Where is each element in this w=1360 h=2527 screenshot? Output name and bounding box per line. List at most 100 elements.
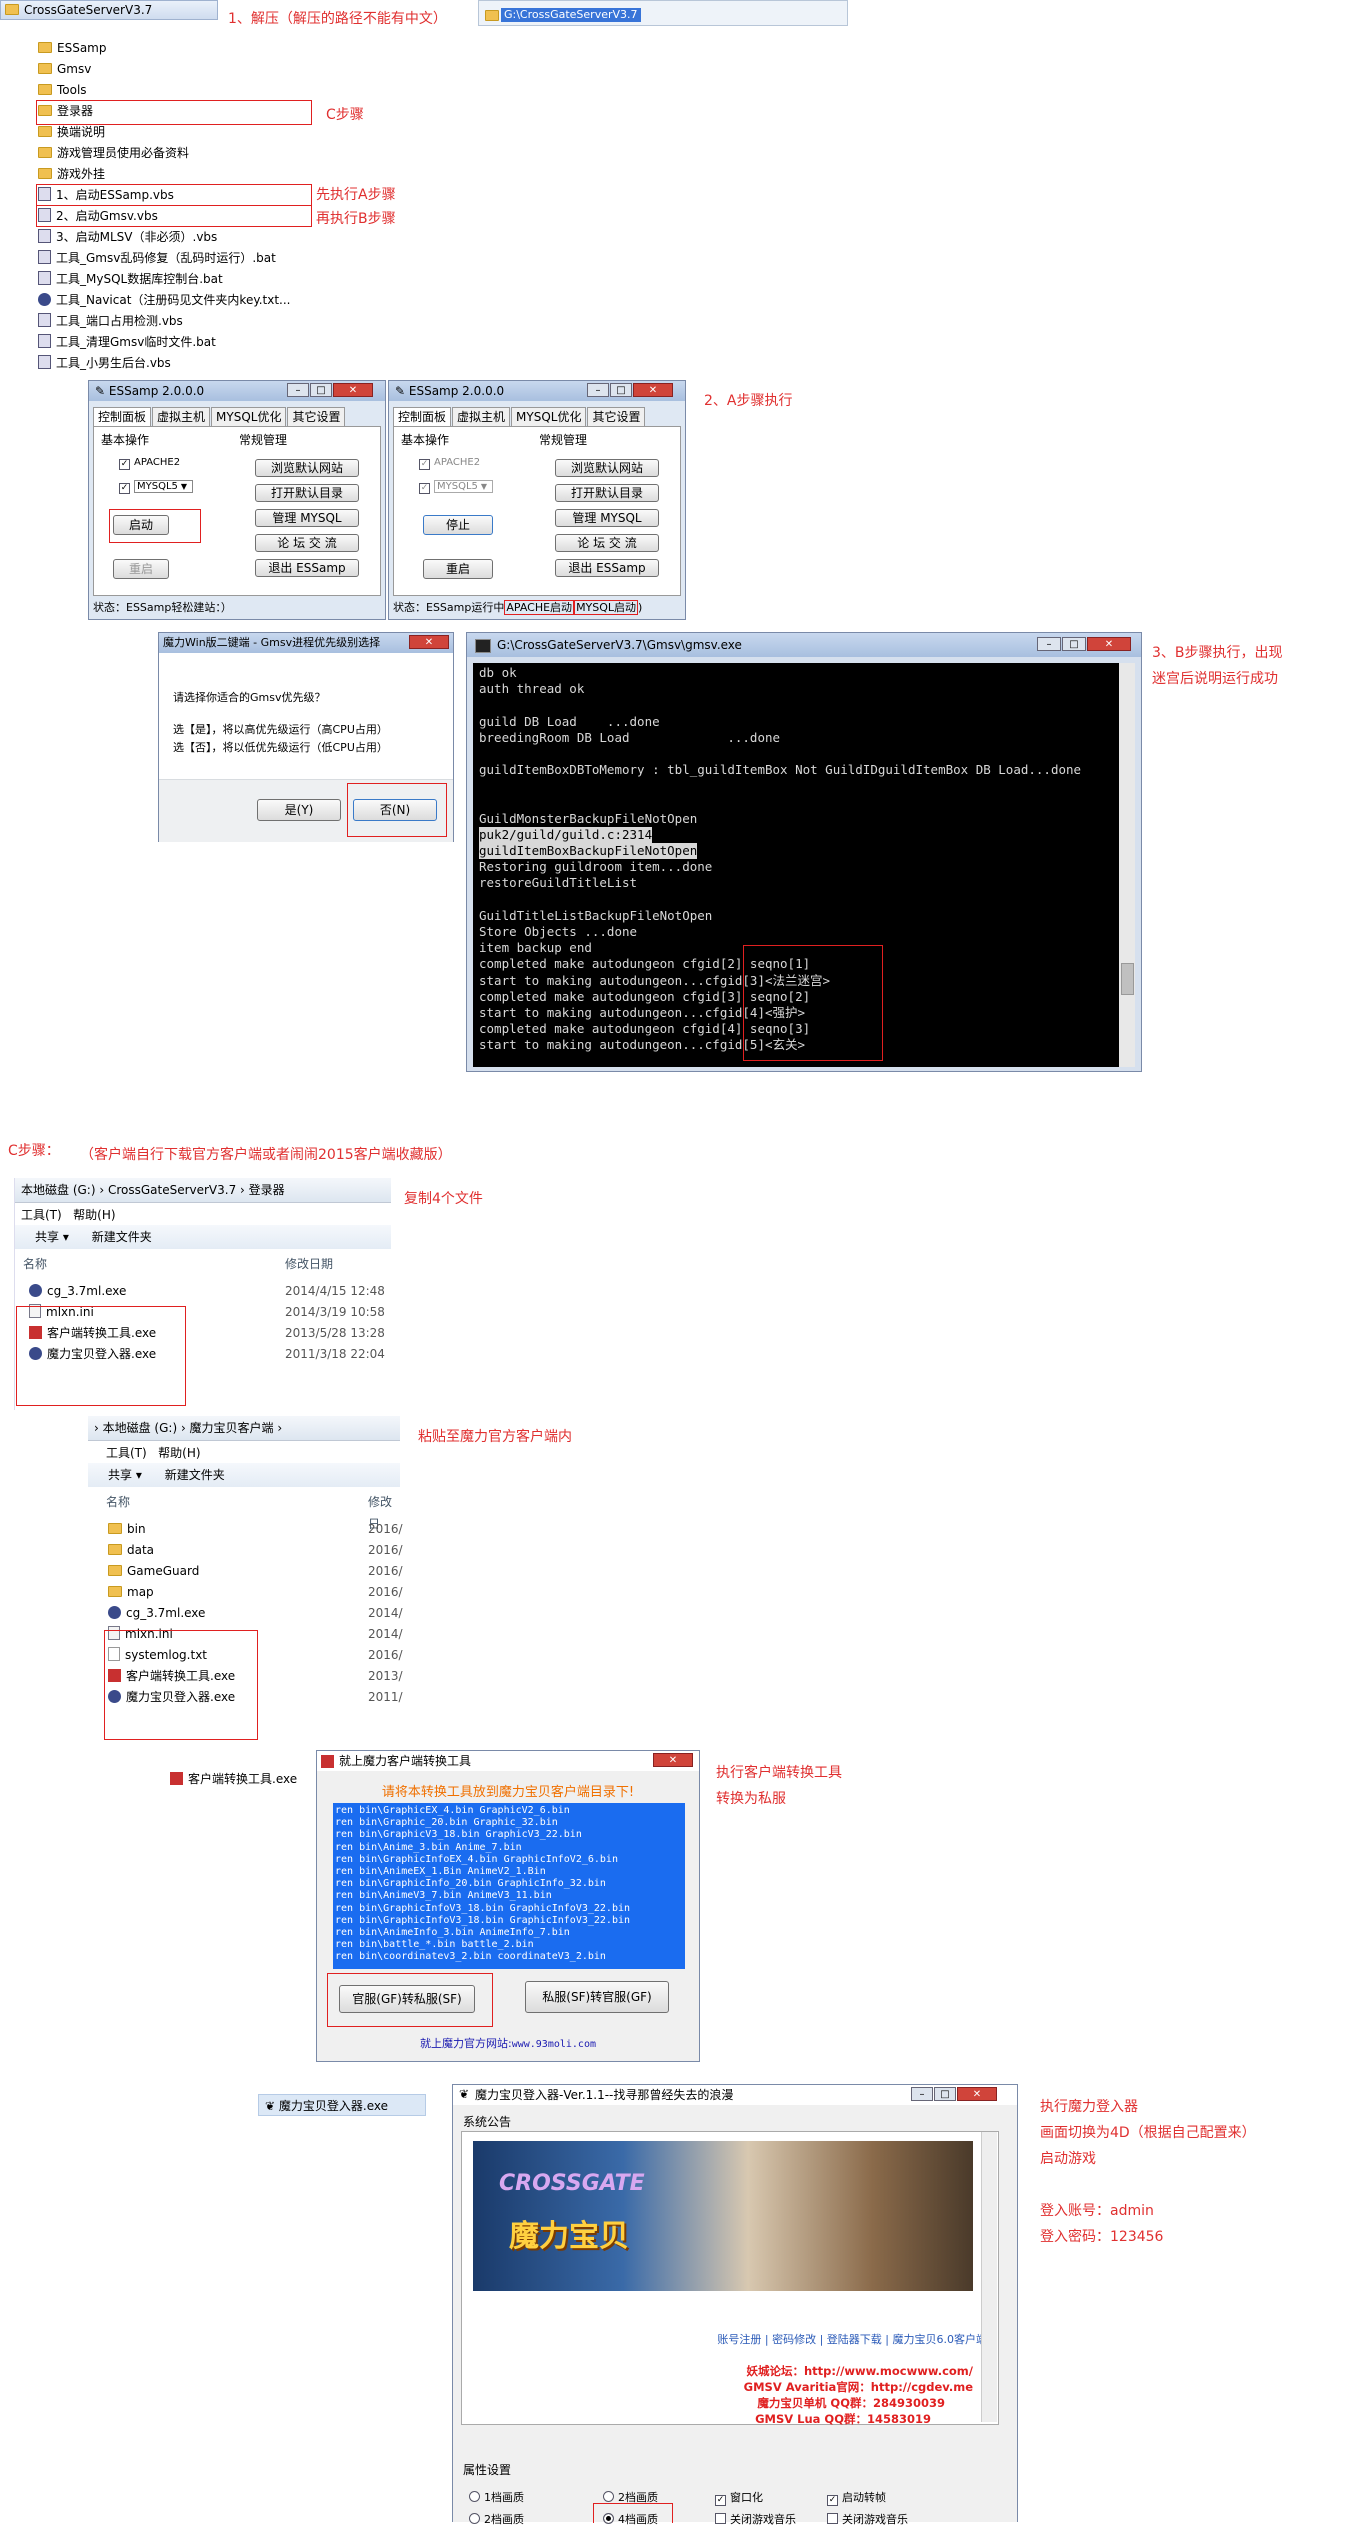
- chevron-down-icon: ▼: [480, 482, 488, 491]
- to-official-button[interactable]: 私服(SF)转官服(GF): [525, 1981, 669, 2013]
- file-row[interactable]: Tools: [38, 80, 308, 101]
- game-banner: CROSSGATE 魔力宝贝: [473, 2141, 973, 2291]
- file-name: 工具_Gmsv乱码修复（乱码时运行）.bat: [56, 251, 276, 265]
- minimize-button[interactable]: –: [587, 383, 609, 397]
- file-row[interactable]: 工具_端口占用检测.vbs: [38, 311, 308, 332]
- banner-subtitle: 魔力宝贝: [509, 2219, 629, 2254]
- link-download[interactable]: 登陆器下载: [827, 2333, 882, 2346]
- menu-help[interactable]: 帮助(H): [158, 1446, 200, 1460]
- maximize-button[interactable]: □: [1062, 637, 1086, 651]
- converter-shortcut[interactable]: 客户端转换工具.exe: [170, 1770, 297, 1787]
- forum-button[interactable]: 论 坛 交 流: [255, 534, 359, 552]
- exit-button[interactable]: 退出 ESSamp: [255, 559, 359, 577]
- scrollbar-thumb[interactable]: [1121, 963, 1134, 995]
- file-row[interactable]: 工具_Gmsv乱码修复（乱码时运行）.bat: [38, 248, 308, 269]
- tab-other-settings[interactable]: 其它设置: [287, 407, 346, 426]
- link-register[interactable]: 账号注册: [717, 2333, 761, 2346]
- tab-mysql-optimize[interactable]: MYSQL优化: [211, 407, 287, 426]
- manage-mysql-button[interactable]: 管理 MYSQL: [255, 509, 359, 527]
- browse-site-button[interactable]: 浏览默认网站: [255, 459, 359, 477]
- file-row[interactable]: 工具_清理Gmsv临时文件.bat: [38, 332, 308, 353]
- close-button[interactable]: ✕: [653, 1753, 693, 1767]
- option-frame-skip[interactable]: ✓ 启动转帧: [827, 2489, 886, 2506]
- option-quality-2b[interactable]: 2档画质: [469, 2511, 524, 2527]
- close-button[interactable]: ✕: [957, 2087, 997, 2101]
- close-button[interactable]: ✕: [333, 383, 373, 397]
- tab-other-settings[interactable]: 其它设置: [587, 407, 646, 426]
- site-link[interactable]: www.93moli.com: [512, 2039, 596, 2050]
- minimize-button[interactable]: –: [911, 2087, 933, 2101]
- browse-site-button[interactable]: 浏览默认网站: [555, 459, 659, 477]
- file-row[interactable]: GameGuard 2016/: [108, 1561, 403, 1582]
- close-button[interactable]: ✕: [633, 383, 673, 397]
- option-mute-music[interactable]: 关闭游戏音乐: [715, 2511, 796, 2527]
- maximize-button[interactable]: □: [310, 383, 332, 397]
- option-quality-1[interactable]: 1档画质: [469, 2489, 524, 2505]
- close-button[interactable]: ✕: [1087, 637, 1131, 651]
- tab-control-panel[interactable]: 控制面板: [393, 407, 452, 426]
- maximize-button[interactable]: □: [610, 383, 632, 397]
- maximize-button[interactable]: □: [934, 2087, 956, 2101]
- address-bar[interactable]: G:\CrossGateServerV3.7: [478, 0, 848, 26]
- file-date: 2011/3/18 22:04: [285, 1347, 385, 1361]
- stop-button[interactable]: 停止: [423, 515, 493, 535]
- apache-checkbox[interactable]: ✓ APACHE2: [119, 457, 180, 470]
- file-row[interactable]: cg_3.7ml.exe 2014/4/15 12:48: [29, 1281, 391, 1302]
- apache-checkbox[interactable]: ✓ APACHE2: [419, 457, 480, 470]
- breadcrumb[interactable]: 本地磁盘 (G:) › CrossGateServerV3.7 › 登录器: [15, 1178, 391, 1203]
- app-icon: [321, 1755, 334, 1768]
- close-button[interactable]: ✕: [409, 635, 449, 649]
- file-row[interactable]: cg_3.7ml.exe 2014/: [108, 1603, 403, 1624]
- link-change-password[interactable]: 密码修改: [772, 2333, 816, 2346]
- col-name[interactable]: 名称: [106, 1491, 130, 1513]
- share-button[interactable]: 共享 ▾: [108, 1468, 142, 1482]
- file-row[interactable]: 换端说明: [38, 122, 308, 143]
- open-dir-button[interactable]: 打开默认目录: [255, 484, 359, 502]
- forum-button[interactable]: 论 坛 交 流: [555, 534, 659, 552]
- file-date: 2016/: [368, 1522, 403, 1536]
- file-row[interactable]: map 2016/: [108, 1582, 403, 1603]
- file-row[interactable]: 工具_MySQL数据库控制台.bat: [38, 269, 308, 290]
- menu-tools[interactable]: 工具(T): [21, 1208, 62, 1222]
- launcher-shortcut[interactable]: ❦ 魔力宝贝登入器.exe: [258, 2094, 426, 2116]
- minimize-button[interactable]: –: [1037, 637, 1061, 651]
- scrollbar[interactable]: [1119, 663, 1135, 1067]
- file-row[interactable]: 3、启动MLSV（非必须）.vbs: [38, 227, 308, 248]
- note-c: C步骤: [326, 107, 364, 123]
- tab-virtual-host[interactable]: 虚拟主机: [152, 407, 211, 426]
- restart-button[interactable]: 重启: [423, 559, 493, 579]
- file-row[interactable]: 工具_小男生后台.vbs: [38, 353, 308, 374]
- menu-help[interactable]: 帮助(H): [73, 1208, 115, 1222]
- tab-virtual-host[interactable]: 虚拟主机: [452, 407, 511, 426]
- file-name: 工具_端口占用检测.vbs: [56, 314, 183, 328]
- file-row[interactable]: 工具_Navicat（注册码见文件夹内key.txt...: [38, 290, 308, 311]
- share-button[interactable]: 共享 ▾: [35, 1230, 69, 1244]
- open-dir-button[interactable]: 打开默认目录: [555, 484, 659, 502]
- file-row[interactable]: ESSamp: [38, 38, 308, 59]
- file-row[interactable]: 游戏管理员使用必备资料: [38, 143, 308, 164]
- link-client[interactable]: 魔力宝贝6.0客户端: [893, 2333, 988, 2346]
- exit-button[interactable]: 退出 ESSamp: [555, 559, 659, 577]
- manage-mysql-button[interactable]: 管理 MYSQL: [555, 509, 659, 527]
- col-name[interactable]: 名称: [23, 1253, 47, 1275]
- file-row[interactable]: Gmsv: [38, 59, 308, 80]
- tab-control-panel[interactable]: 控制面板: [93, 407, 152, 426]
- new-folder-button[interactable]: 新建文件夹: [92, 1230, 152, 1244]
- col-date[interactable]: 修改日期: [285, 1253, 333, 1275]
- option-mute-sound[interactable]: 关闭游戏音乐: [827, 2511, 908, 2527]
- restart-button[interactable]: 重启: [113, 559, 169, 579]
- breadcrumb[interactable]: › 本地磁盘 (G:) › 魔力宝贝客户端 ›: [88, 1416, 400, 1441]
- mysql-checkbox[interactable]: ✓ MYSQL5 ▼: [419, 480, 493, 494]
- mysql-checkbox[interactable]: ✓ MYSQL5 ▼: [119, 480, 193, 494]
- tab-mysql-optimize[interactable]: MYSQL优化: [511, 407, 587, 426]
- minimize-button[interactable]: –: [287, 383, 309, 397]
- yes-button[interactable]: 是(Y): [257, 799, 341, 821]
- menu-tools[interactable]: 工具(T): [106, 1446, 147, 1460]
- file-row[interactable]: data 2016/: [108, 1540, 403, 1561]
- new-folder-button[interactable]: 新建文件夹: [165, 1468, 225, 1482]
- announce-scrollbar[interactable]: [981, 2132, 997, 2422]
- file-row[interactable]: 游戏外挂: [38, 164, 308, 185]
- option-windowed[interactable]: ✓ 窗口化: [715, 2489, 763, 2506]
- address-path[interactable]: G:\CrossGateServerV3.7: [501, 8, 641, 22]
- file-row[interactable]: bin 2016/: [108, 1519, 403, 1540]
